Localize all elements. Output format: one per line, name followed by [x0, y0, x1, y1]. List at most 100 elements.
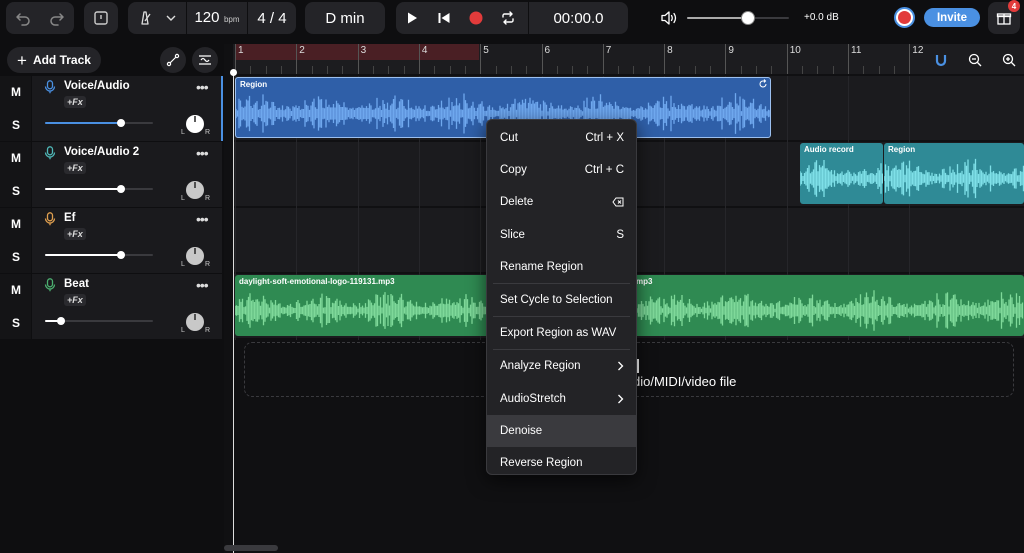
- bar-number: 7: [605, 45, 612, 56]
- bar-number: 5: [483, 45, 489, 56]
- fx-button[interactable]: +Fx: [64, 96, 86, 108]
- pan-left-label: L: [181, 261, 185, 268]
- beat-tick: [832, 66, 834, 74]
- timeline-ruler[interactable]: 1 2 3 4 5 6 7 8 9 10 11 12: [233, 44, 1024, 74]
- beat-tick: [342, 66, 344, 74]
- track-row[interactable]: M S Beat +Fx ••• L R: [0, 274, 222, 340]
- menu-item-denoise[interactable]: Denoise: [487, 414, 636, 447]
- key-selector[interactable]: D min: [305, 2, 385, 34]
- region-label: mp3: [636, 277, 653, 286]
- mic-icon: [44, 80, 56, 94]
- menu-item-reverse-region[interactable]: Reverse Region: [487, 447, 636, 479]
- volume-knob[interactable]: [116, 251, 125, 259]
- audio-region[interactable]: Audio record: [800, 143, 883, 204]
- master-volume-button[interactable]: [658, 9, 680, 27]
- loop-button[interactable]: [492, 2, 524, 34]
- beat-tick: [740, 66, 742, 74]
- rewind-to-start-button[interactable]: [428, 2, 460, 34]
- menu-item-copy[interactable]: Copy Ctrl + C: [487, 154, 636, 186]
- metronome-dropdown[interactable]: [162, 2, 180, 34]
- mute-button[interactable]: M: [0, 208, 32, 240]
- playhead-handle[interactable]: [230, 69, 237, 76]
- menu-item-audiostretch[interactable]: AudioStretch: [487, 383, 636, 415]
- snap-button[interactable]: [932, 51, 950, 69]
- menu-item-analyze-region[interactable]: Analyze Region: [487, 350, 636, 382]
- mute-button[interactable]: M: [0, 76, 32, 108]
- more-options-icon[interactable]: •••: [196, 79, 209, 95]
- menu-item-export-wav[interactable]: Export Region as WAV: [487, 317, 636, 349]
- menu-item-slice[interactable]: Slice S: [487, 219, 636, 251]
- invite-button[interactable]: Invite: [924, 8, 980, 27]
- avatar[interactable]: [894, 7, 915, 28]
- add-track-button[interactable]: + Add Track: [7, 47, 101, 73]
- menu-item-rename-region[interactable]: Rename Region: [487, 251, 636, 283]
- fx-button[interactable]: +Fx: [64, 162, 86, 174]
- gift-button[interactable]: 4: [988, 0, 1020, 34]
- track-row[interactable]: M S Ef +Fx ••• L R: [0, 208, 222, 274]
- track-volume-slider[interactable]: [45, 119, 153, 127]
- horizontal-scrollbar[interactable]: [224, 545, 278, 551]
- redo-icon: [50, 13, 64, 26]
- track-volume-slider[interactable]: [45, 185, 153, 193]
- track-name[interactable]: Beat: [64, 278, 89, 290]
- metronome-button[interactable]: [128, 2, 162, 34]
- track-row[interactable]: M S Voice/Audio 2 +Fx ••• L R: [0, 142, 222, 208]
- beat-tick: [464, 66, 466, 74]
- track-name[interactable]: Voice/Audio: [64, 80, 130, 92]
- volume-knob[interactable]: [57, 317, 66, 325]
- master-volume-slider[interactable]: [687, 11, 789, 25]
- mute-solo-column: M S: [0, 208, 32, 273]
- beat-tick: [495, 66, 497, 74]
- speaker-icon: [661, 11, 677, 25]
- bar-tick: [725, 44, 727, 74]
- menu-item-delete[interactable]: Delete: [487, 186, 636, 218]
- solo-button[interactable]: S: [0, 241, 32, 273]
- volume-knob[interactable]: [116, 119, 125, 127]
- mute-button[interactable]: M: [0, 142, 32, 174]
- volume-knob[interactable]: [116, 185, 125, 193]
- mute-button[interactable]: M: [0, 274, 32, 306]
- menu-item-cut[interactable]: Cut Ctrl + X: [487, 122, 636, 154]
- play-button[interactable]: [396, 2, 428, 34]
- playhead[interactable]: [230, 69, 237, 553]
- bar-tick: [418, 44, 420, 74]
- solo-button[interactable]: S: [0, 109, 32, 141]
- track-row[interactable]: M S Voice/Audio +Fx ••• L R: [0, 76, 223, 142]
- volume-fill: [45, 188, 121, 190]
- zoom-out-button[interactable]: [966, 51, 984, 69]
- menu-item-label: Denoise: [500, 424, 543, 437]
- track-name[interactable]: Ef: [64, 212, 76, 224]
- solo-button[interactable]: S: [0, 175, 32, 207]
- mixer-button[interactable]: [192, 47, 218, 73]
- bar-tick: [296, 44, 298, 74]
- time-signature-field[interactable]: 4 / 4: [248, 10, 296, 27]
- tempo-field[interactable]: 120 bpm: [187, 9, 247, 27]
- track-volume-slider[interactable]: [45, 251, 153, 259]
- fx-button[interactable]: +Fx: [64, 294, 86, 306]
- menu-item-label: AudioStretch: [500, 392, 566, 405]
- bar-number: 11: [851, 45, 862, 56]
- more-options-icon[interactable]: •••: [196, 277, 209, 293]
- panel-toggle-button[interactable]: [84, 2, 118, 34]
- beat-tick: [771, 66, 773, 74]
- undo-button[interactable]: [6, 2, 40, 34]
- loop-region-icon[interactable]: [758, 79, 768, 89]
- audio-region[interactable]: Region: [884, 143, 1024, 204]
- zoom-in-button[interactable]: [1000, 51, 1018, 69]
- automation-button[interactable]: [160, 47, 186, 73]
- master-volume-knob[interactable]: [741, 11, 756, 25]
- track-list-panel: + Add Track M S Voice/Audio +Fx ••• L R: [0, 44, 224, 553]
- fx-button[interactable]: +Fx: [64, 228, 86, 240]
- solo-button[interactable]: S: [0, 307, 32, 339]
- beat-tick: [633, 66, 635, 74]
- redo-button[interactable]: [40, 2, 74, 34]
- track-name[interactable]: Voice/Audio 2: [64, 146, 139, 158]
- menu-item-set-cycle[interactable]: Set Cycle to Selection: [487, 284, 636, 316]
- bar-tick: [848, 44, 849, 74]
- beat-tick: [250, 66, 252, 74]
- record-button[interactable]: [460, 2, 492, 34]
- track-volume-slider[interactable]: [45, 317, 153, 325]
- avatar-image: [898, 11, 911, 24]
- more-options-icon[interactable]: •••: [196, 145, 209, 161]
- more-options-icon[interactable]: •••: [196, 211, 209, 227]
